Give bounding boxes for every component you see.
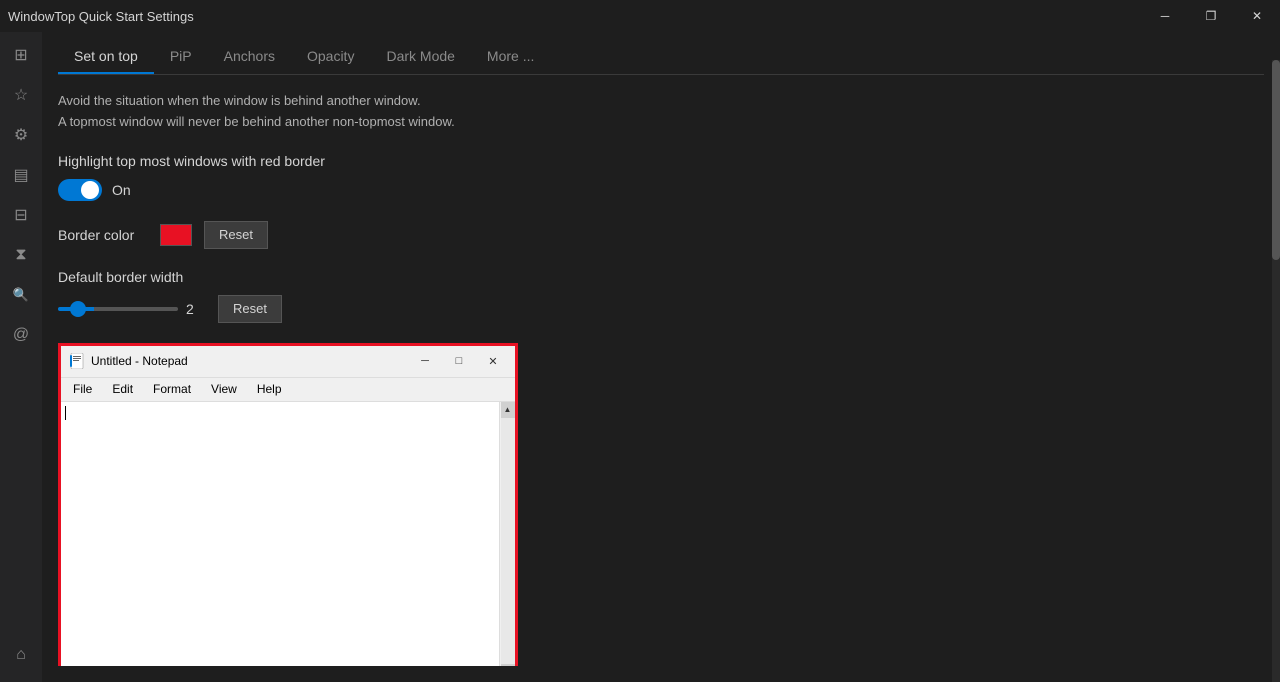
preview-wrapper: Untitled - Notepad ─ □ ✕ File Edit Forma… (58, 343, 518, 666)
toggle-row: On (58, 179, 1264, 201)
minimize-button[interactable]: ─ (1142, 0, 1188, 32)
notepad-icon (69, 353, 85, 369)
tab-pip[interactable]: PiP (154, 40, 208, 74)
content-area: Set on top PiP Anchors Opacity Dark Mode… (42, 32, 1280, 682)
sidebar: ⊞ ☆ ⚙ ▤ ⊟ ⧗ 🔍 @ ⌂ (0, 32, 42, 682)
border-color-label: Border color (58, 227, 148, 243)
description-line1: Avoid the situation when the window is b… (58, 91, 1264, 112)
notepad-minimize-button[interactable]: ─ (411, 347, 439, 375)
notepad-titlebar: Untitled - Notepad ─ □ ✕ (61, 346, 515, 378)
restore-button[interactable]: ❐ (1188, 0, 1234, 32)
app-title: WindowTop Quick Start Settings (8, 9, 194, 24)
tab-more[interactable]: More ... (471, 40, 550, 74)
vscroll-up-button[interactable]: ▲ (501, 402, 515, 418)
notepad-vscrollbar: ▲ ▼ (499, 402, 515, 666)
toggle-knob (81, 181, 99, 199)
preview-container: Untitled - Notepad ─ □ ✕ File Edit Forma… (58, 343, 1264, 666)
notepad-menu-view[interactable]: View (203, 380, 245, 398)
highlight-setting: Highlight top most windows with red bord… (58, 153, 1264, 201)
sidebar-icon-filter[interactable]: ⧗ (2, 236, 40, 274)
tab-content: Avoid the situation when the window is b… (58, 75, 1264, 666)
notepad-menu-file[interactable]: File (65, 380, 100, 398)
main-container: ⊞ ☆ ⚙ ▤ ⊟ ⧗ 🔍 @ ⌂ Set on top PiP Anchors… (0, 32, 1280, 682)
notepad-window: Untitled - Notepad ─ □ ✕ File Edit Forma… (58, 343, 518, 666)
titlebar: WindowTop Quick Start Settings ─ ❐ ✕ (0, 0, 1280, 32)
border-color-reset-button[interactable]: Reset (204, 221, 268, 249)
tab-opacity[interactable]: Opacity (291, 40, 370, 74)
border-width-reset-button[interactable]: Reset (218, 295, 282, 323)
sidebar-icon-settings[interactable]: ⚙ (2, 116, 40, 154)
slider-label: Default border width (58, 269, 1264, 285)
sidebar-icon-table[interactable]: ▤ (2, 156, 40, 194)
sidebar-icon-at[interactable]: @ (2, 316, 40, 354)
slider-controls: 2 Reset (58, 295, 1264, 323)
slider-value: 2 (186, 301, 206, 317)
border-width-slider[interactable] (58, 307, 178, 311)
sidebar-icon-star[interactable]: ☆ (2, 76, 40, 114)
description: Avoid the situation when the window is b… (58, 91, 1264, 133)
notepad-menu-format[interactable]: Format (145, 380, 199, 398)
notepad-restore-button[interactable]: □ (445, 347, 473, 375)
notepad-close-button[interactable]: ✕ (479, 347, 507, 375)
highlight-toggle[interactable] (58, 179, 102, 201)
notepad-menu: File Edit Format View Help (61, 378, 515, 402)
border-color-row: Border color Reset (58, 221, 1264, 249)
notepad-svg-icon (69, 353, 85, 369)
tab-set-on-top[interactable]: Set on top (58, 40, 154, 74)
notepad-title: Untitled - Notepad (91, 354, 405, 368)
highlight-label: Highlight top most windows with red bord… (58, 153, 1264, 169)
notepad-menu-help[interactable]: Help (249, 380, 290, 398)
main-scrollbar-track (1272, 60, 1280, 682)
vscroll-track (501, 418, 515, 664)
notepad-menu-edit[interactable]: Edit (104, 380, 141, 398)
sidebar-icon-grid[interactable]: ⊞ (2, 36, 40, 74)
main-scrollbar-thumb[interactable] (1272, 60, 1280, 260)
slider-wrapper: 2 (58, 301, 206, 317)
notepad-text-area[interactable] (61, 402, 499, 608)
border-color-swatch[interactable] (160, 224, 192, 246)
description-line2: A topmost window will never be behind an… (58, 112, 1264, 133)
vscroll-down-button[interactable]: ▼ (501, 664, 515, 666)
tab-bar: Set on top PiP Anchors Opacity Dark Mode… (58, 40, 1264, 75)
sidebar-icon-home[interactable]: ⌂ (2, 636, 40, 674)
notepad-body: ▲ ▼ (61, 402, 515, 666)
text-cursor (65, 406, 66, 420)
close-button[interactable]: ✕ (1234, 0, 1280, 32)
toggle-label: On (112, 182, 131, 198)
window-controls: ─ ❐ ✕ (1142, 0, 1280, 32)
tab-anchors[interactable]: Anchors (208, 40, 291, 74)
sidebar-icon-grid2[interactable]: ⊟ (2, 196, 40, 234)
tab-dark-mode[interactable]: Dark Mode (370, 40, 470, 74)
slider-row: Default border width 2 Reset (58, 269, 1264, 323)
sidebar-icon-search[interactable]: 🔍 (2, 276, 40, 314)
